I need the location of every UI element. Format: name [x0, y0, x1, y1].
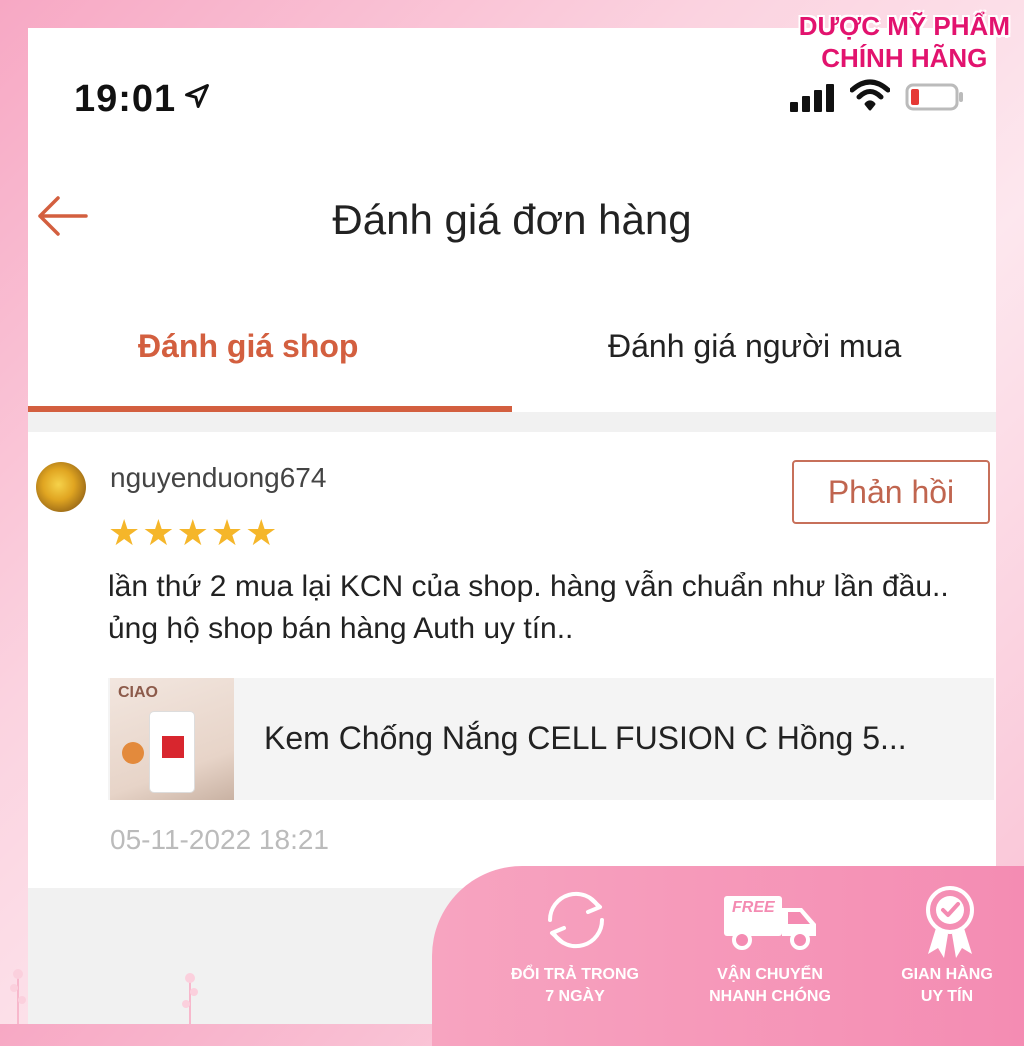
- watermark-line-2: CHÍNH HÃNG: [821, 43, 988, 73]
- wifi-icon: [850, 79, 890, 111]
- avatar[interactable]: [36, 462, 86, 512]
- free-badge-text: FREE: [732, 899, 775, 916]
- review-text: lần thứ 2 mua lại KCN của shop. hàng vẫn…: [108, 570, 949, 645]
- flower-decoration-icon: [10, 969, 26, 1024]
- reviewer-username: nguyenduong674: [110, 462, 327, 493]
- brand-watermark: DƯỢC MỸ PHẨM CHÍNH HÃNG: [799, 10, 1010, 74]
- watermark-line-1: DƯỢC MỸ PHẨM: [798, 11, 1010, 41]
- delivery-truck-icon: [724, 896, 816, 950]
- star-icon: ★: [210, 512, 244, 553]
- product-name[interactable]: Kem Chống Nắng CELL FUSION C Hồng 5...: [264, 720, 907, 757]
- promo-return-label: ĐỔI TRẢ TRONG 7 NGÀY: [480, 964, 670, 1008]
- promo-shipping-line-1: VẬN CHUYỂN: [717, 966, 823, 983]
- product-thumbnail[interactable]: CIAO: [110, 678, 234, 800]
- tab-buyer-review[interactable]: Đánh giá người mua: [608, 328, 901, 365]
- promo-shipping-line-2: NHANH CHÓNG: [709, 988, 831, 1005]
- promo-trust-line-2: UY TÍN: [920, 988, 974, 1005]
- status-time: 19:01: [74, 78, 177, 120]
- promo-banner: ĐỔI TRẢ TRONG 7 NGÀY FREE VẬN CHUYỂN NHA…: [432, 866, 1024, 1046]
- promo-shipping-label: VẬN CHUYỂN NHANH CHÓNG: [675, 964, 865, 1008]
- star-icon: ★: [245, 512, 278, 553]
- promo-trust-line-1: GIAN HÀNG: [901, 966, 993, 983]
- location-arrow-icon: [185, 84, 209, 108]
- section-divider: [28, 412, 996, 432]
- product-label-icon: [162, 736, 184, 758]
- cell-signal-icon: [790, 84, 834, 112]
- flower-decoration-icon: [182, 973, 198, 1024]
- reply-button[interactable]: Phản hồi: [792, 460, 990, 524]
- star-icon: ★: [176, 512, 209, 553]
- trust-badge-icon: [926, 886, 974, 958]
- star-icon: ★: [108, 512, 141, 553]
- promo-trust-label: GIAN HÀNG UY TÍN: [852, 964, 1024, 1008]
- page-title: Đánh giá đơn hàng: [332, 196, 692, 243]
- promo-return-line-1: ĐỔI TRẢ TRONG: [511, 966, 639, 983]
- tab-shop-review[interactable]: Đánh giá shop: [138, 328, 358, 365]
- battery-low-icon: [905, 83, 963, 111]
- discount-badge-icon: [122, 742, 144, 764]
- star-icon: ★: [142, 512, 175, 553]
- thumbnail-brand-text: CIAO: [118, 684, 158, 701]
- promo-return-line-2: 7 NGÀY: [545, 988, 605, 1005]
- return-cycle-icon: [547, 891, 605, 949]
- star-rating: ★★★★★: [108, 512, 279, 553]
- review-timestamp: 05-11-2022 18:21: [110, 824, 329, 855]
